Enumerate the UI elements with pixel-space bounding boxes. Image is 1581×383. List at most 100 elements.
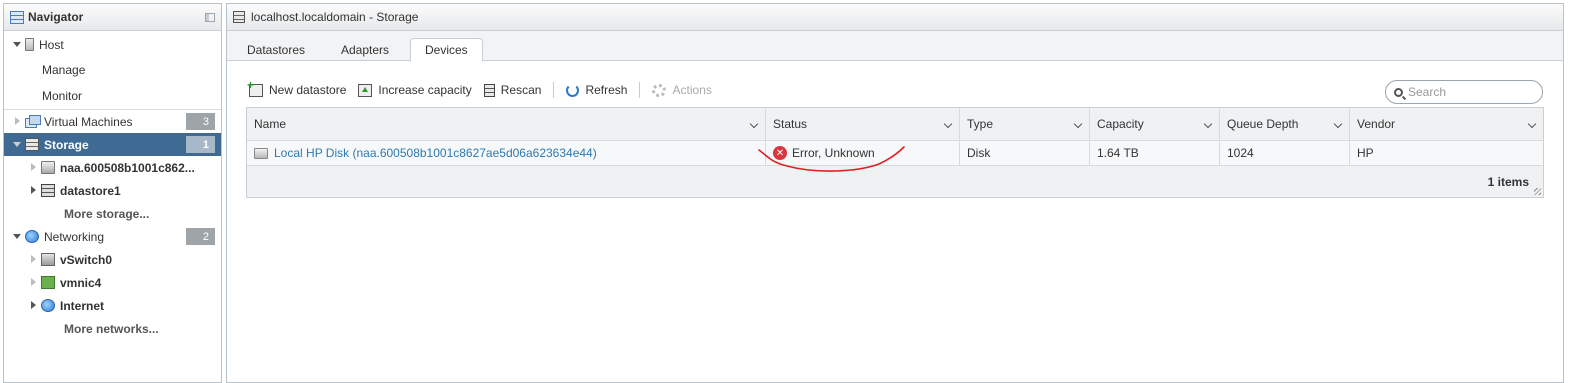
cell-status: ✕ Error, Unknown [766,141,960,165]
search-box[interactable] [1385,80,1543,104]
toolbar-separator [553,82,555,98]
cell-name: Local HP Disk (naa.600508b1001c8627ae5d0… [247,141,766,165]
port-group-icon [41,299,55,312]
resize-handle-icon[interactable] [1534,188,1541,195]
tree-virtual-machines[interactable]: Virtual Machines 3 [4,110,221,133]
column-header-vendor[interactable]: Vendor [1350,108,1543,140]
tab-devices[interactable]: Devices [410,38,483,62]
chevron-down-icon[interactable] [749,119,759,129]
cell-type: Disk [960,141,1090,165]
tree-vmnic[interactable]: vmnic4 [4,271,221,294]
cell-capacity: 1.64 TB [1090,141,1220,165]
toolbar: New datastore Increase capacity Rescan R… [247,78,724,100]
column-header-type[interactable]: Type [960,108,1090,140]
manage-link[interactable]: Manage [42,63,85,77]
increase-capacity-button[interactable]: Increase capacity [358,83,472,97]
collapse-panel-icon[interactable] [205,12,215,22]
expand-toggle-icon[interactable] [28,186,37,195]
search-input[interactable] [1408,85,1538,99]
chevron-down-icon[interactable] [943,119,953,129]
more-storage-link[interactable]: More storage... [4,202,221,225]
tree-internet-label: Internet [60,298,105,313]
actions-button[interactable]: Actions [652,83,712,97]
disk-icon [254,147,268,159]
tab-adapters[interactable]: Adapters [327,38,403,61]
main-header: localhost.localdomain - Storage [227,4,1563,31]
chevron-down-icon[interactable] [1527,119,1537,129]
increase-capacity-icon [358,83,373,97]
tree-host[interactable]: Host [4,31,221,58]
new-datastore-button[interactable]: New datastore [247,78,346,98]
column-label: Capacity [1097,117,1144,131]
tree-datastore[interactable]: datastore1 [4,179,221,202]
virtual-machines-icon [25,115,41,128]
device-name-link[interactable]: Local HP Disk (naa.600508b1001c8627ae5d0… [274,146,597,160]
storage-panel: localhost.localdomain - Storage Datastor… [226,3,1564,383]
nic-icon [41,276,55,289]
column-label: Vendor [1357,117,1396,131]
expand-toggle-icon[interactable] [28,255,37,264]
rescan-label: Rescan [500,83,542,97]
tree-storage-label: Storage [44,137,89,152]
tree-internet[interactable]: Internet [4,294,221,317]
tree-host-monitor[interactable]: Monitor [4,82,221,109]
chevron-down-icon[interactable] [1203,119,1213,129]
refresh-button[interactable]: Refresh [566,83,627,97]
table-header: Name Status Type Capacity Queue Depth Ve… [247,108,1543,141]
column-header-status[interactable]: Status [766,108,960,140]
storage-icon [25,138,39,151]
datastore-icon [41,184,55,197]
tree-datastore-label: datastore1 [60,183,121,198]
expand-toggle-icon[interactable] [12,117,21,126]
item-count: 1 items [1487,175,1529,189]
tree-storage-device[interactable]: naa.600508b1001c862... [4,156,221,179]
expand-toggle-icon[interactable] [28,301,37,310]
refresh-icon [566,83,580,97]
tree-networking[interactable]: Networking 2 [4,225,221,248]
tree-vm-label: Virtual Machines [44,114,133,129]
tree-host-label: Host [39,37,64,52]
search-icon [1394,87,1403,97]
expand-toggle-icon[interactable] [28,163,37,172]
error-icon: ✕ [773,146,787,160]
disk-icon [41,161,55,174]
expand-toggle-icon[interactable] [12,140,21,149]
column-label: Type [967,117,994,131]
expand-toggle-icon[interactable] [12,232,21,241]
expand-toggle-icon[interactable] [28,278,37,287]
tree-vswitch[interactable]: vSwitch0 [4,248,221,271]
column-label: Queue Depth [1227,117,1299,131]
refresh-label: Refresh [585,83,628,97]
monitor-link[interactable]: Monitor [42,89,82,103]
more-networks-link[interactable]: More networks... [4,317,221,340]
rescan-button[interactable]: Rescan [483,83,542,97]
tree-networking-label: Networking [44,229,105,244]
expand-toggle-icon[interactable] [12,40,21,49]
increase-capacity-label: Increase capacity [378,83,472,97]
gear-icon [652,83,667,97]
cell-vendor: HP [1357,146,1374,160]
vswitch-icon [41,253,55,266]
tree-storage[interactable]: Storage 1 [4,133,221,156]
tree-vmnic-label: vmnic4 [60,275,102,290]
host-icon [25,38,34,51]
devices-table: Name Status Type Capacity Queue Depth Ve… [246,107,1544,198]
column-header-queue-depth[interactable]: Queue Depth [1220,108,1350,140]
table-row[interactable]: Local HP Disk (naa.600508b1001c8627ae5d0… [247,141,1543,166]
tree-host-manage[interactable]: Manage [4,58,221,82]
storage-icon [233,11,245,23]
cell-queue-depth: 1024 [1220,141,1350,165]
networking-icon [25,230,39,243]
new-datastore-icon [247,78,263,97]
column-header-capacity[interactable]: Capacity [1090,108,1220,140]
tab-datastores[interactable]: Datastores [233,38,319,61]
chevron-down-icon[interactable] [1333,119,1343,129]
column-header-name[interactable]: Name [247,108,766,140]
vm-count-badge: 3 [186,113,215,130]
navigator-tree: Host Manage Monitor Virtual Machines 3 S… [4,31,221,340]
storage-count-badge: 1 [186,136,215,153]
tree-vswitch-label: vSwitch0 [60,252,113,267]
column-label: Status [773,117,808,131]
navigator-panel: Navigator Host Manage Monitor Virtual Ma… [3,3,222,383]
chevron-down-icon[interactable] [1073,119,1083,129]
